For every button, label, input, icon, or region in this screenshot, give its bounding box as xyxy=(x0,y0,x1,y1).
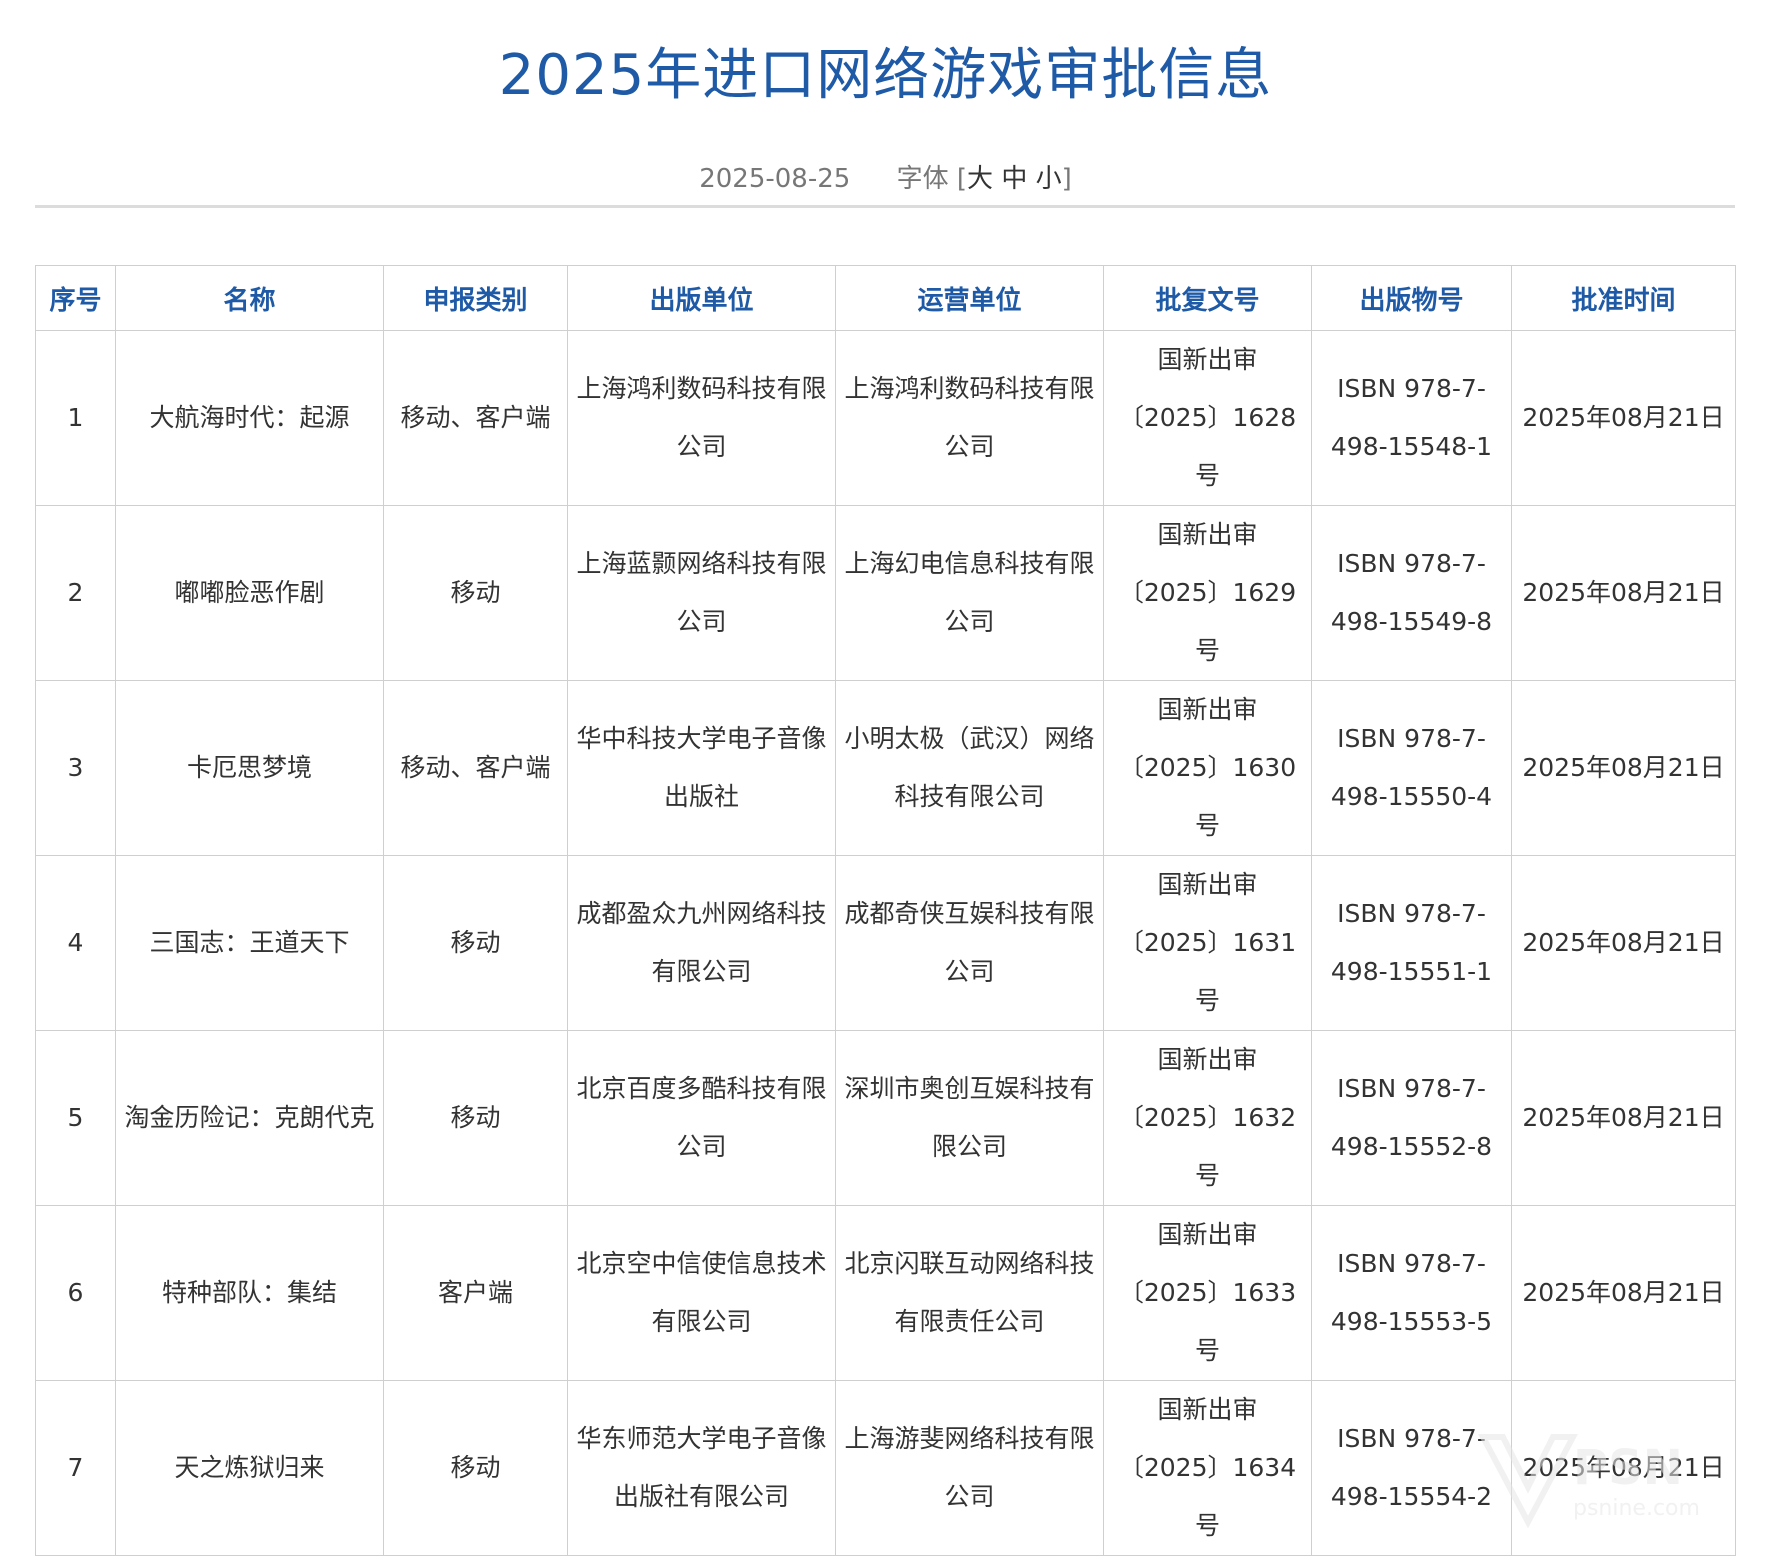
font-bracket-open: [ xyxy=(956,164,968,194)
table-row: 3 卡厄思梦境 移动、客户端 华中科技大学电子音像出版社 小明太极（武汉）网络科… xyxy=(35,680,1736,856)
cell-name: 三国志：王道天下 xyxy=(115,855,384,1031)
cell-operator: 深圳市奥创互娱科技有限公司 xyxy=(835,1030,1104,1206)
cell-isbn: ISBN 978-7-498-15550-4 xyxy=(1311,680,1512,856)
cell-approval-date: 2025年08月21日 xyxy=(1511,330,1736,506)
cell-approval-no: 国新出审〔2025〕1630号 xyxy=(1103,680,1312,856)
cell-name: 特种部队：集结 xyxy=(115,1205,384,1381)
cell-operator: 成都奇侠互娱科技有限公司 xyxy=(835,855,1104,1031)
cell-operator: 上海游斐网络科技有限公司 xyxy=(835,1380,1104,1556)
cell-publisher: 上海鸿利数码科技有限公司 xyxy=(567,330,836,506)
header-operator: 运营单位 xyxy=(835,265,1104,331)
cell-approval-date: 2025年08月21日 xyxy=(1511,505,1736,681)
approval-table: 序号 名称 申报类别 出版单位 运营单位 批复文号 出版物号 批准时间 1 大航… xyxy=(35,265,1736,1556)
article-meta: 2025-08-25 字体 [大 中 小] xyxy=(0,158,1771,195)
cell-operator: 北京闪联互动网络科技有限责任公司 xyxy=(835,1205,1104,1381)
cell-approval-date: 2025年08月21日 xyxy=(1511,1030,1736,1206)
cell-isbn: ISBN 978-7-498-15553-5 xyxy=(1311,1205,1512,1381)
cell-index: 2 xyxy=(35,505,116,681)
cell-name: 卡厄思梦境 xyxy=(115,680,384,856)
cell-publisher: 北京百度多酷科技有限公司 xyxy=(567,1030,836,1206)
cell-approval-no: 国新出审〔2025〕1632号 xyxy=(1103,1030,1312,1206)
cell-approval-no: 国新出审〔2025〕1634号 xyxy=(1103,1380,1312,1556)
cell-category: 移动 xyxy=(383,1030,568,1206)
font-bracket-close: ] xyxy=(1061,164,1072,194)
cell-publisher: 上海蓝颢网络科技有限公司 xyxy=(567,505,836,681)
table-row: 2 嘟嘟脸恶作剧 移动 上海蓝颢网络科技有限公司 上海幻电信息科技有限公司 国新… xyxy=(35,505,1736,681)
cell-isbn: ISBN 978-7-498-15551-1 xyxy=(1311,855,1512,1031)
cell-name: 嘟嘟脸恶作剧 xyxy=(115,505,384,681)
page-title: 2025年进口网络游戏审批信息 xyxy=(498,43,1273,108)
cell-category: 客户端 xyxy=(383,1205,568,1381)
table-header-row: 序号 名称 申报类别 出版单位 运营单位 批复文号 出版物号 批准时间 xyxy=(35,265,1736,331)
cell-publisher: 北京空中信使信息技术有限公司 xyxy=(567,1205,836,1381)
table-row: 1 大航海时代：起源 移动、客户端 上海鸿利数码科技有限公司 上海鸿利数码科技有… xyxy=(35,330,1736,506)
cell-approval-no: 国新出审〔2025〕1628号 xyxy=(1103,330,1312,506)
table-row: 4 三国志：王道天下 移动 成都盈众九州网络科技有限公司 成都奇侠互娱科技有限公… xyxy=(35,855,1736,1031)
font-size-label: 字体 xyxy=(896,164,949,194)
cell-name: 淘金历险记：克朗代克 xyxy=(115,1030,384,1206)
cell-index: 3 xyxy=(35,680,116,856)
header-approval-date: 批准时间 xyxy=(1511,265,1736,331)
header-approval-no: 批复文号 xyxy=(1103,265,1312,331)
divider xyxy=(35,205,1735,208)
watermark-brand: PSN xyxy=(1573,1440,1683,1496)
cell-publisher: 华中科技大学电子音像出版社 xyxy=(567,680,836,856)
table-row: 5 淘金历险记：克朗代克 移动 北京百度多酷科技有限公司 深圳市奥创互娱科技有限… xyxy=(35,1030,1736,1206)
cell-approval-no: 国新出审〔2025〕1629号 xyxy=(1103,505,1312,681)
cell-approval-no: 国新出审〔2025〕1633号 xyxy=(1103,1205,1312,1381)
header-category: 申报类别 xyxy=(383,265,568,331)
header-isbn: 出版物号 xyxy=(1311,265,1512,331)
cell-name: 天之炼狱归来 xyxy=(115,1380,384,1556)
cell-operator: 上海幻电信息科技有限公司 xyxy=(835,505,1104,681)
cell-category: 移动 xyxy=(383,855,568,1031)
cell-operator: 小明太极（武汉）网络科技有限公司 xyxy=(835,680,1104,856)
cell-publisher: 成都盈众九州网络科技有限公司 xyxy=(567,855,836,1031)
header-index: 序号 xyxy=(35,265,116,331)
watermark-site: psnine.com xyxy=(1573,1496,1700,1521)
cell-isbn: ISBN 978-7-498-15548-1 xyxy=(1311,330,1512,506)
cell-isbn: ISBN 978-7-498-15549-8 xyxy=(1311,505,1512,681)
cell-index: 5 xyxy=(35,1030,116,1206)
cell-operator: 上海鸿利数码科技有限公司 xyxy=(835,330,1104,506)
header-name: 名称 xyxy=(115,265,384,331)
cell-index: 6 xyxy=(35,1205,116,1381)
cell-isbn: ISBN 978-7-498-15552-8 xyxy=(1311,1030,1512,1206)
publish-date: 2025-08-25 xyxy=(699,164,851,194)
cell-index: 4 xyxy=(35,855,116,1031)
cell-index: 7 xyxy=(35,1380,116,1556)
cell-name: 大航海时代：起源 xyxy=(115,330,384,506)
cell-approval-no: 国新出审〔2025〕1631号 xyxy=(1103,855,1312,1031)
font-size-large-button[interactable]: 大 xyxy=(967,164,993,194)
cell-index: 1 xyxy=(35,330,116,506)
cell-approval-date: 2025年08月21日 xyxy=(1511,855,1736,1031)
cell-approval-date: 2025年08月21日 xyxy=(1511,680,1736,856)
font-size-medium-button[interactable]: 中 xyxy=(1001,164,1027,194)
cell-category: 移动 xyxy=(383,505,568,681)
table-row: 6 特种部队：集结 客户端 北京空中信使信息技术有限公司 北京闪联互动网络科技有… xyxy=(35,1205,1736,1381)
watermark-logo-icon xyxy=(1478,1434,1578,1529)
cell-approval-date: 2025年08月21日 xyxy=(1511,1205,1736,1381)
cell-category: 移动 xyxy=(383,1380,568,1556)
cell-category: 移动、客户端 xyxy=(383,330,568,506)
psnine-watermark: PSN psnine.com xyxy=(1473,1422,1743,1542)
cell-category: 移动、客户端 xyxy=(383,680,568,856)
header-publisher: 出版单位 xyxy=(567,265,836,331)
font-size-small-button[interactable]: 小 xyxy=(1036,164,1062,194)
cell-publisher: 华东师范大学电子音像出版社有限公司 xyxy=(567,1380,836,1556)
